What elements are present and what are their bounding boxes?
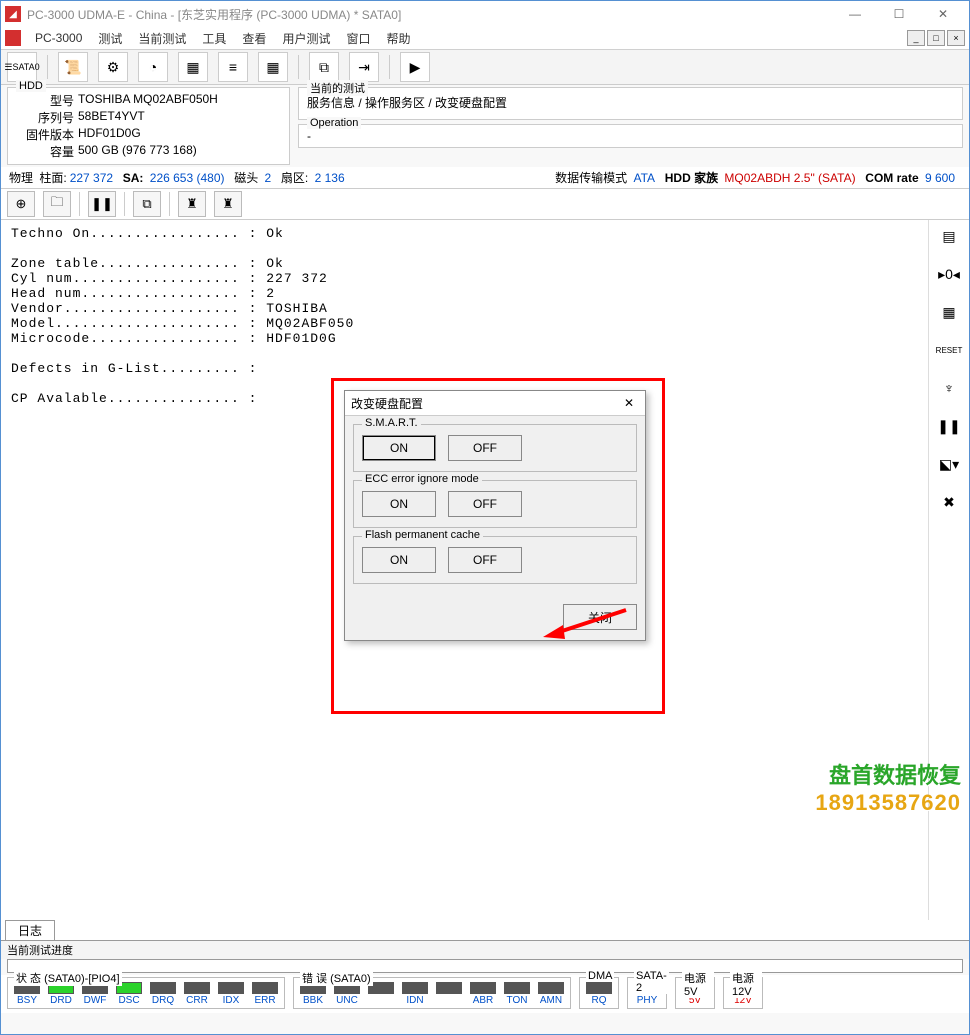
sata-button[interactable]: ☰SATA0 — [7, 52, 37, 82]
tb2-copy-icon[interactable]: ⧉ — [133, 191, 161, 217]
hdd-serial: 58BET4YVT — [78, 109, 145, 126]
test-path: 服务信息 / 操作服务区 / 改变硬盘配置 — [307, 92, 954, 115]
tool-copy-icon[interactable]: ⧉ — [309, 52, 339, 82]
menu-current-test[interactable]: 当前测试 — [130, 30, 194, 47]
menu-user-test[interactable]: 用户测试 — [274, 30, 338, 47]
smart-group: S.M.A.R.T. ON OFF — [353, 424, 637, 472]
tool-grid-icon[interactable]: ▦ — [258, 52, 288, 82]
dialog-close-footer-button[interactable]: 关闭 — [563, 604, 637, 630]
ecc-on-button[interactable]: ON — [362, 491, 436, 517]
tool-play-icon[interactable]: ▶ — [400, 52, 430, 82]
side-reset-icon[interactable]: RESET — [937, 338, 961, 362]
hdd-model: TOSHIBA MQ02ABF050H — [78, 92, 218, 109]
tb2-folder-icon[interactable]: 🗀 — [43, 191, 71, 217]
operation-value: - — [307, 129, 954, 143]
titlebar: ◢ PC-3000 UDMA-E - China - [东芝实用程序 (PC-3… — [1, 1, 969, 27]
side-chip-icon[interactable]: ▤ — [937, 224, 961, 248]
tab-log[interactable]: 日志 — [5, 920, 55, 940]
menu-window[interactable]: 窗口 — [338, 30, 378, 47]
tool-settings-icon[interactable]: ≡ — [218, 52, 248, 82]
tool-disk-icon[interactable]: ◔ — [138, 52, 168, 82]
smart-on-button[interactable]: ON — [362, 435, 436, 461]
dma-group: DMA RQ — [579, 977, 619, 1009]
dialog-close-button[interactable]: ✕ — [619, 396, 639, 410]
tb2-add-icon[interactable]: ⊕ — [7, 191, 35, 217]
menu-help[interactable]: 帮助 — [378, 30, 418, 47]
ecc-group: ECC error ignore mode ON OFF — [353, 480, 637, 528]
mdi-restore[interactable]: □ — [927, 30, 945, 46]
main-toolbar: ☰SATA0 📜 ⚙ ◔ ▦ ≡ ▦ ⧉ ⇥ ▶ — [1, 50, 969, 85]
dialog-title: 改变硬盘配置 — [351, 395, 423, 412]
mdi-minimize[interactable]: _ — [907, 30, 925, 46]
side-pause-icon[interactable]: ❚❚ — [937, 414, 961, 438]
tool-gear-icon[interactable]: ⚙ — [98, 52, 128, 82]
window-title: PC-3000 UDMA-E - China - [东芝实用程序 (PC-300… — [27, 6, 833, 23]
hdd-firmware: HDF01D0G — [78, 126, 141, 143]
operation-group: Operation - — [298, 124, 963, 148]
tool-range-icon[interactable]: ▦ — [178, 52, 208, 82]
side-wrench-icon[interactable]: ✖ — [937, 490, 961, 514]
power5v-group: 电源 5V 5V — [675, 977, 715, 1009]
close-button[interactable]: ✕ — [921, 1, 965, 27]
tool-exit-icon[interactable]: ⇥ — [349, 52, 379, 82]
menu-view[interactable]: 查看 — [234, 30, 274, 47]
change-config-dialog: 改变硬盘配置 ✕ S.M.A.R.T. ON OFF ECC error ign… — [344, 390, 646, 641]
progress-label: 当前测试进度 — [1, 941, 969, 959]
current-test-group: 当前的测试 服务信息 / 操作服务区 / 改变硬盘配置 — [298, 87, 963, 120]
tb2-find-next-icon[interactable]: ♜ — [214, 191, 242, 217]
geometry-status: 物理 柱面:227 372 SA: 226 653 (480) 磁头 2 扇区:… — [1, 167, 969, 188]
tab-bar: 日志 — [1, 920, 969, 941]
side-toolbar: ▤ ▸0◂ ▦ RESET ♆ ❚❚ ⬕▾ ✖ — [928, 220, 969, 920]
menu-tools[interactable]: 工具 — [194, 30, 234, 47]
ecc-off-button[interactable]: OFF — [448, 491, 522, 517]
status-panel: 状 态 (SATA0)-[PIO4] BSY DRD DWF DSC DRQ C… — [1, 975, 969, 1013]
maximize-button[interactable]: ☐ — [877, 1, 921, 27]
flash-cache-group: Flash permanent cache ON OFF — [353, 536, 637, 584]
tb2-find-icon[interactable]: ♜ — [178, 191, 206, 217]
menubar: PC-3000 测试 当前测试 工具 查看 用户测试 窗口 帮助 _ □ × — [1, 27, 969, 50]
hdd-info-group: HDD 型号TOSHIBA MQ02ABF050H 序列号58BET4YVT 固… — [7, 87, 290, 165]
side-usb-icon[interactable]: ♆ — [937, 376, 961, 400]
menu-app[interactable]: PC-3000 — [27, 31, 90, 45]
menu-test[interactable]: 测试 — [90, 30, 130, 47]
power12v-group: 电源 12V 12V — [723, 977, 763, 1009]
side-plug-icon[interactable]: ⬕▾ — [937, 452, 961, 476]
status-group: 状 态 (SATA0)-[PIO4] BSY DRD DWF DSC DRQ C… — [7, 977, 285, 1009]
app-icon-small — [5, 30, 21, 46]
side-ram-icon[interactable]: ▦ — [937, 300, 961, 324]
minimize-button[interactable]: — — [833, 1, 877, 27]
smart-off-button[interactable]: OFF — [448, 435, 522, 461]
flash-on-button[interactable]: ON — [362, 547, 436, 573]
side-io-icon[interactable]: ▸0◂ — [937, 262, 961, 286]
mdi-close[interactable]: × — [947, 30, 965, 46]
tool-script-icon[interactable]: 📜 — [58, 52, 88, 82]
tb2-pause-icon[interactable]: ❚❚ — [88, 191, 116, 217]
log-toolbar: ⊕ 🗀 ❚❚ ⧉ ♜ ♜ — [1, 188, 969, 220]
sata2-group: SATA-2 PHY — [627, 977, 667, 1009]
hdd-capacity: 500 GB (976 773 168) — [78, 143, 197, 160]
flash-off-button[interactable]: OFF — [448, 547, 522, 573]
app-icon: ◢ — [5, 6, 21, 22]
progress-bar — [7, 959, 963, 973]
error-group: 错 误 (SATA0) BBK UNC IDN ABR TON AMN — [293, 977, 571, 1009]
